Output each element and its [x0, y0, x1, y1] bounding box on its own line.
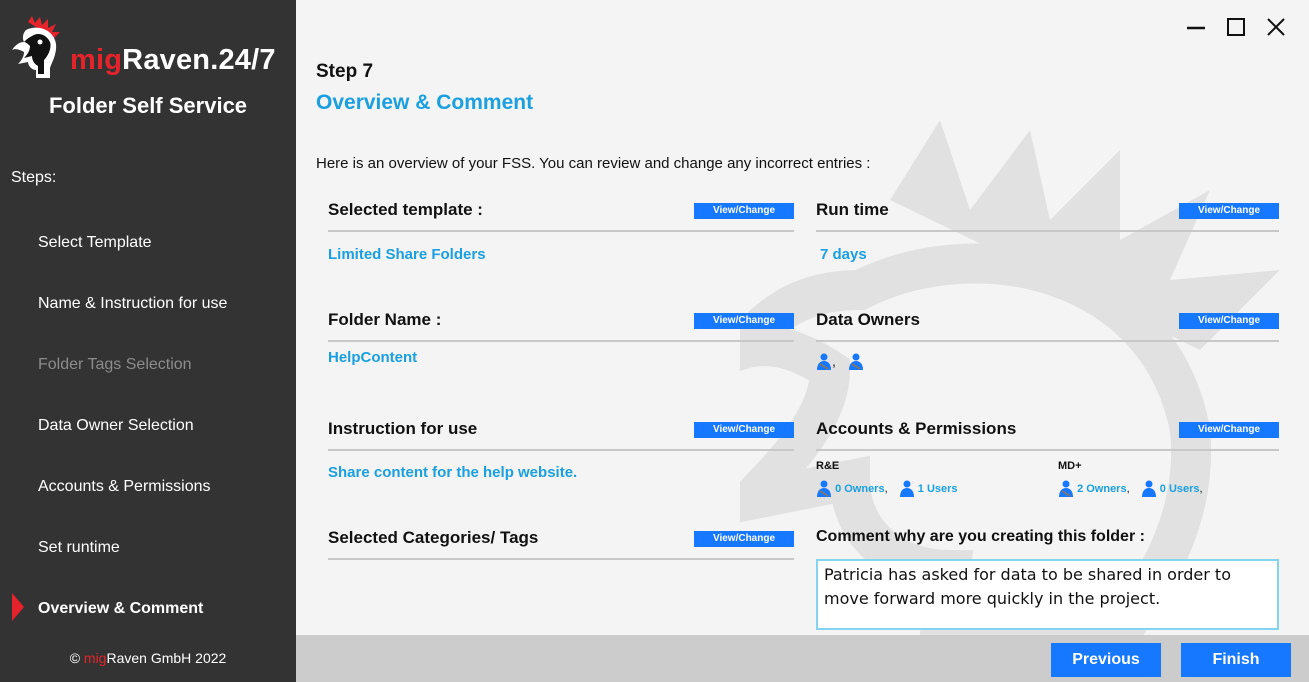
user-icon[interactable]	[848, 353, 864, 371]
app-subtitle: Folder Self Service	[48, 93, 248, 118]
permission-group: R&E 0 Owners, 1 Users	[816, 460, 966, 498]
permission-group-counts: 2 Owners, 0 Users,	[1058, 480, 1211, 498]
view-change-accounts-button[interactable]: View/Change	[1179, 422, 1279, 438]
permission-group-name: MD+	[1058, 460, 1082, 472]
brand-name: migRaven.24/7	[70, 44, 276, 77]
section-data-owners: Data Owners View/Change ,	[816, 306, 1279, 371]
step-name-instruction[interactable]: Name & Instruction for use	[38, 295, 227, 313]
intro-text: Here is an overview of your FSS. You can…	[316, 155, 871, 172]
user-icon	[1141, 480, 1156, 497]
section-header: Accounts & Permissions View/Change	[816, 415, 1279, 451]
section-header: Folder Name : View/Change	[328, 306, 794, 342]
page-title: Overview & Comment	[316, 91, 534, 114]
template-value: Limited Share Folders	[328, 246, 486, 263]
sidebar: migRaven.24/7 Folder Self Service Steps:…	[0, 0, 296, 682]
section-template: Selected template : View/Change Limited …	[328, 196, 794, 263]
minimize-icon[interactable]	[1183, 14, 1209, 40]
copyright-symbol: ©	[69, 650, 81, 666]
separator: ,	[1199, 482, 1203, 495]
permission-group-name: R&E	[816, 460, 840, 472]
section-accounts-permissions: Accounts & Permissions View/Change R&E 0…	[816, 415, 1279, 497]
steps-label: Steps:	[11, 169, 57, 186]
step-accounts-permissions[interactable]: Accounts & Permissions	[38, 478, 211, 496]
maximize-icon[interactable]	[1223, 14, 1249, 40]
section-title: Folder Name :	[328, 310, 442, 329]
copyright-suffix: Raven GmbH 2022	[106, 650, 227, 666]
view-change-categories-button[interactable]: View/Change	[694, 531, 794, 547]
section-header: Run time View/Change	[816, 196, 1279, 232]
raven-watermark-icon	[740, 120, 1280, 635]
finish-button[interactable]: Finish	[1181, 643, 1291, 677]
step-folder-tags: Folder Tags Selection	[38, 356, 192, 373]
copyright-prefix: mig	[83, 650, 107, 666]
permission-group-counts: 0 Owners, 1 Users	[816, 480, 966, 498]
runtime-value: 7 days	[820, 246, 867, 263]
instruction-value: Share content for the help website.	[328, 464, 578, 481]
section-title: Run time	[816, 200, 889, 219]
user-icon[interactable]	[816, 353, 832, 371]
section-instruction: Instruction for use View/Change Share co…	[328, 415, 794, 481]
copyright: © migRaven GmbH 2022	[0, 650, 296, 666]
view-change-data-owners-button[interactable]: View/Change	[1179, 313, 1279, 329]
comment-textarea[interactable]: Patricia has asked for data to be shared…	[816, 559, 1279, 630]
section-header: Instruction for use View/Change	[328, 415, 794, 451]
user-icon	[817, 480, 831, 497]
step-overview-comment[interactable]: Overview & Comment	[38, 600, 203, 618]
previous-button[interactable]: Previous	[1051, 643, 1161, 677]
view-change-instruction-button[interactable]: View/Change	[694, 422, 794, 438]
active-step-marker-icon	[12, 593, 24, 621]
permission-group: MD+ 2 Owners, 0 Users,	[1058, 460, 1211, 498]
section-title: Accounts & Permissions	[816, 419, 1017, 438]
owners-count-link[interactable]: 0 Owners	[835, 483, 885, 495]
step-number: Step 7	[316, 61, 374, 82]
owner-separator: ,	[832, 353, 836, 369]
section-title: Selected template :	[328, 200, 483, 219]
section-title: Data Owners	[816, 310, 920, 329]
logo: migRaven.24/7	[10, 14, 290, 84]
separator: ,	[884, 482, 888, 495]
users-count-link[interactable]: 0 Users	[1160, 483, 1200, 495]
owners-count-link[interactable]: 2 Owners	[1077, 483, 1127, 495]
brand-name-suffix: Raven.24/7	[122, 44, 276, 76]
section-header: Selected Categories/ Tags View/Change	[328, 524, 794, 560]
folder-name-value: HelpContent	[328, 349, 418, 366]
user-icon	[1059, 480, 1073, 497]
step-select-template[interactable]: Select Template	[38, 234, 152, 252]
users-count-link[interactable]: 1 Users	[918, 483, 958, 495]
view-change-runtime-button[interactable]: View/Change	[1179, 203, 1279, 219]
view-change-template-button[interactable]: View/Change	[694, 203, 794, 219]
data-owners-list: ,	[816, 353, 864, 371]
footer: Previous Finish	[296, 635, 1309, 682]
step-data-owner[interactable]: Data Owner Selection	[38, 417, 194, 435]
comment-title: Comment why are you creating this folder…	[816, 528, 1145, 545]
user-icon	[899, 480, 914, 497]
section-title: Selected Categories/ Tags	[328, 528, 539, 547]
view-change-folder-name-button[interactable]: View/Change	[694, 313, 794, 329]
step-set-runtime[interactable]: Set runtime	[38, 539, 120, 557]
section-categories: Selected Categories/ Tags View/Change	[328, 524, 794, 560]
separator: ,	[1126, 482, 1130, 495]
section-title: Instruction for use	[328, 419, 478, 438]
section-header: Data Owners View/Change	[816, 306, 1279, 342]
close-icon[interactable]	[1263, 14, 1289, 40]
section-runtime: Run time View/Change 7 days	[816, 196, 1279, 263]
section-folder-name: Folder Name : View/Change HelpContent	[328, 306, 794, 366]
section-header: Selected template : View/Change	[328, 196, 794, 232]
brand-name-prefix: mig	[70, 44, 123, 76]
raven-logo-icon	[12, 16, 60, 78]
